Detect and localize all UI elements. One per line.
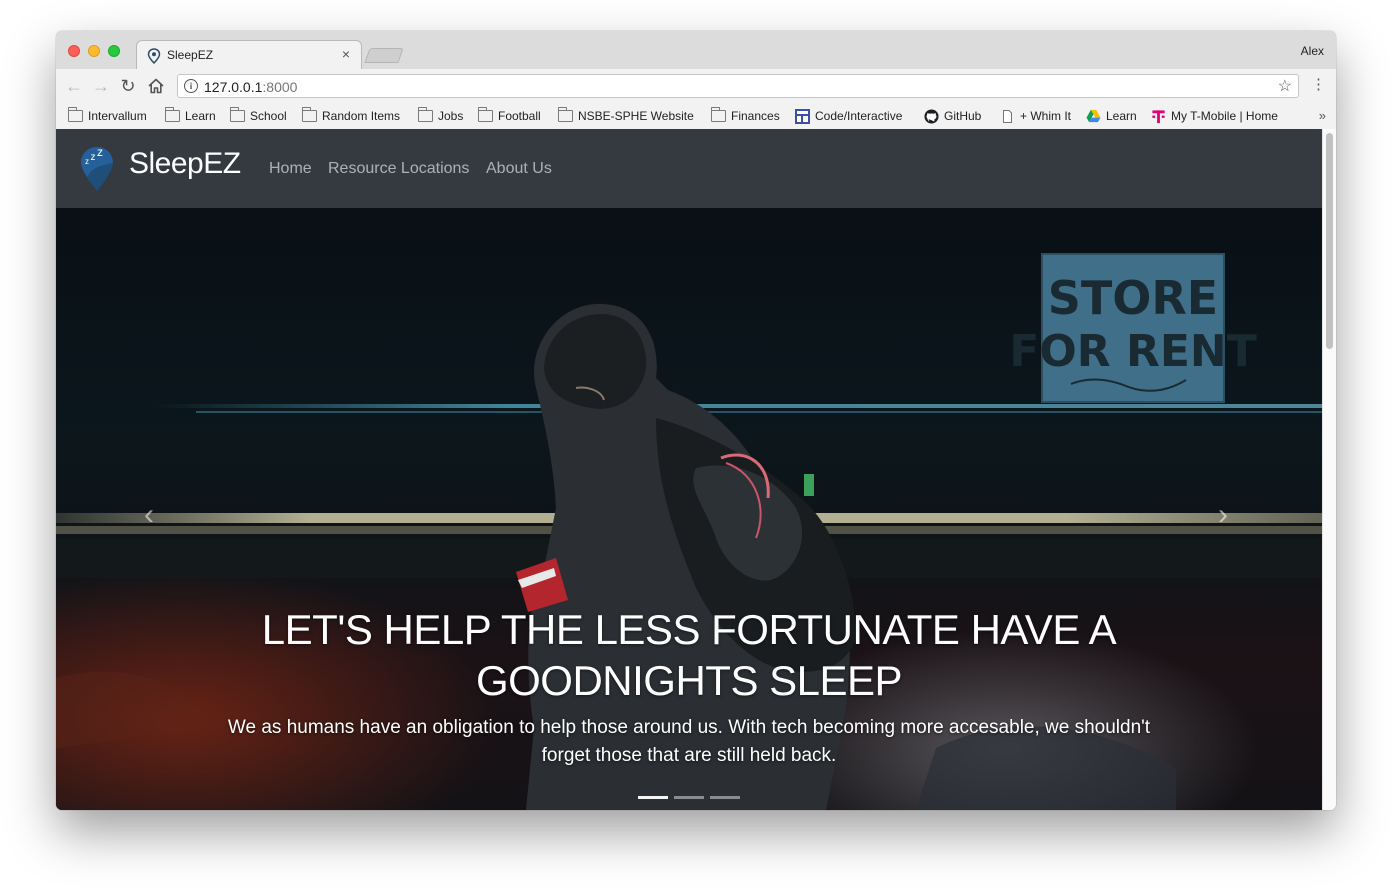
carousel-next-arrow-icon[interactable]: › (1218, 500, 1228, 530)
url-text[interactable]: 127.0.0.1:8000 (204, 79, 297, 95)
bookmark-github[interactable]: GitHub (924, 107, 981, 125)
bookmark-jobs[interactable]: Jobs (418, 107, 463, 125)
nav-link-home[interactable]: Home (269, 160, 312, 178)
hero-description: We as humans have an obligation to help … (227, 717, 1151, 766)
page-scrollbar[interactable] (1322, 129, 1336, 810)
profile-name[interactable]: Alex (1301, 44, 1324, 58)
more-menu-icon[interactable]: ⋮ (1311, 77, 1326, 93)
bookmark-school[interactable]: School (230, 107, 287, 125)
nav-link-resource-locations[interactable]: Resource Locations (328, 160, 469, 178)
site-navbar: z z z SleepEZ Home Resource Locations Ab… (56, 129, 1322, 208)
bookmark-random-items[interactable]: Random Items (302, 107, 400, 125)
close-window-button[interactable] (68, 45, 80, 57)
browser-window: SleepEZ × Alex ← → ↻ i 127.0.0.1:8000 ☆ … (56, 31, 1336, 810)
folder-icon (711, 107, 726, 122)
forward-arrow-icon[interactable]: → (91, 76, 111, 96)
t-mobile-icon (1152, 109, 1165, 123)
folder-icon (478, 107, 493, 122)
site-brand[interactable]: SleepEZ (129, 147, 241, 181)
carousel-prev-arrow-icon[interactable]: ‹ (144, 500, 154, 530)
browser-toolbar: ← → ↻ i 127.0.0.1:8000 ☆ ⋮ (56, 69, 1336, 103)
svg-text:FOR RENT: FOR RENT (1009, 326, 1256, 377)
carousel-indicator[interactable] (674, 796, 704, 799)
svg-text:STORE: STORE (1048, 271, 1218, 325)
nav-link-about-us[interactable]: About Us (486, 160, 552, 178)
tab-close-button[interactable]: × (339, 46, 353, 62)
map-pin-icon (147, 48, 161, 64)
carousel-indicator[interactable] (638, 796, 668, 799)
tab-strip: SleepEZ × Alex (56, 31, 1336, 70)
info-icon[interactable]: i (184, 79, 198, 93)
scrollbar-thumb[interactable] (1326, 133, 1333, 349)
bookmarks-bar: Intervallum Learn School Random Items Jo… (56, 103, 1336, 130)
zoom-window-button[interactable] (108, 45, 120, 57)
bookmark-star-icon[interactable]: ☆ (1278, 76, 1292, 96)
folder-icon (230, 107, 245, 122)
bookmark-football[interactable]: Football (478, 107, 541, 125)
code-interactive-icon (795, 108, 810, 124)
bookmark-t-mobile[interactable]: My T-Mobile | Home (1151, 107, 1278, 125)
folder-icon (68, 107, 83, 122)
folder-icon (418, 107, 433, 122)
store-for-rent-sign: STORE FOR RENT (1009, 253, 1257, 403)
browser-tab-active[interactable]: SleepEZ × (136, 40, 362, 70)
bookmark-intervallum[interactable]: Intervallum (68, 107, 147, 125)
minimize-window-button[interactable] (88, 45, 100, 57)
folder-icon (558, 107, 573, 122)
bookmarks-overflow-button[interactable]: » (1319, 108, 1326, 123)
back-arrow-icon[interactable]: ← (64, 76, 84, 96)
svg-text:z: z (91, 152, 96, 163)
bookmark-learn-folder[interactable]: Learn (165, 107, 216, 125)
svg-text:z: z (85, 157, 89, 166)
bookmark-whim-it[interactable]: + Whim It (1000, 107, 1071, 125)
home-icon[interactable] (146, 76, 166, 96)
folder-icon (302, 107, 317, 122)
carousel-indicator[interactable] (710, 796, 740, 799)
page-viewport: z z z SleepEZ Home Resource Locations Ab… (56, 129, 1322, 810)
reload-icon[interactable]: ↻ (118, 76, 138, 96)
bookmark-learn-drive[interactable]: Learn (1086, 107, 1137, 125)
sleep-pin-logo-icon[interactable]: z z z (79, 145, 115, 193)
tab-title: SleepEZ (167, 48, 214, 62)
hero-carousel: STORE FOR RENT ‹ › LET'S HELP THE LESS F… (56, 208, 1322, 810)
page-icon (1003, 109, 1012, 123)
svg-text:z: z (97, 145, 103, 159)
bookmark-nsbe-sphe-website[interactable]: NSBE-SPHE Website (558, 107, 694, 125)
address-bar[interactable]: i 127.0.0.1:8000 ☆ (177, 74, 1299, 98)
bookmark-code-interactive[interactable]: Code/Interactive (795, 107, 902, 125)
bookmark-finances[interactable]: Finances (711, 107, 780, 125)
new-tab-button[interactable] (364, 48, 404, 63)
github-icon (924, 108, 939, 124)
hero-title: LET'S HELP THE LESS FORTUNATE HAVE A GOO… (261, 606, 1117, 704)
folder-icon (165, 107, 180, 122)
google-drive-icon (1086, 109, 1101, 123)
